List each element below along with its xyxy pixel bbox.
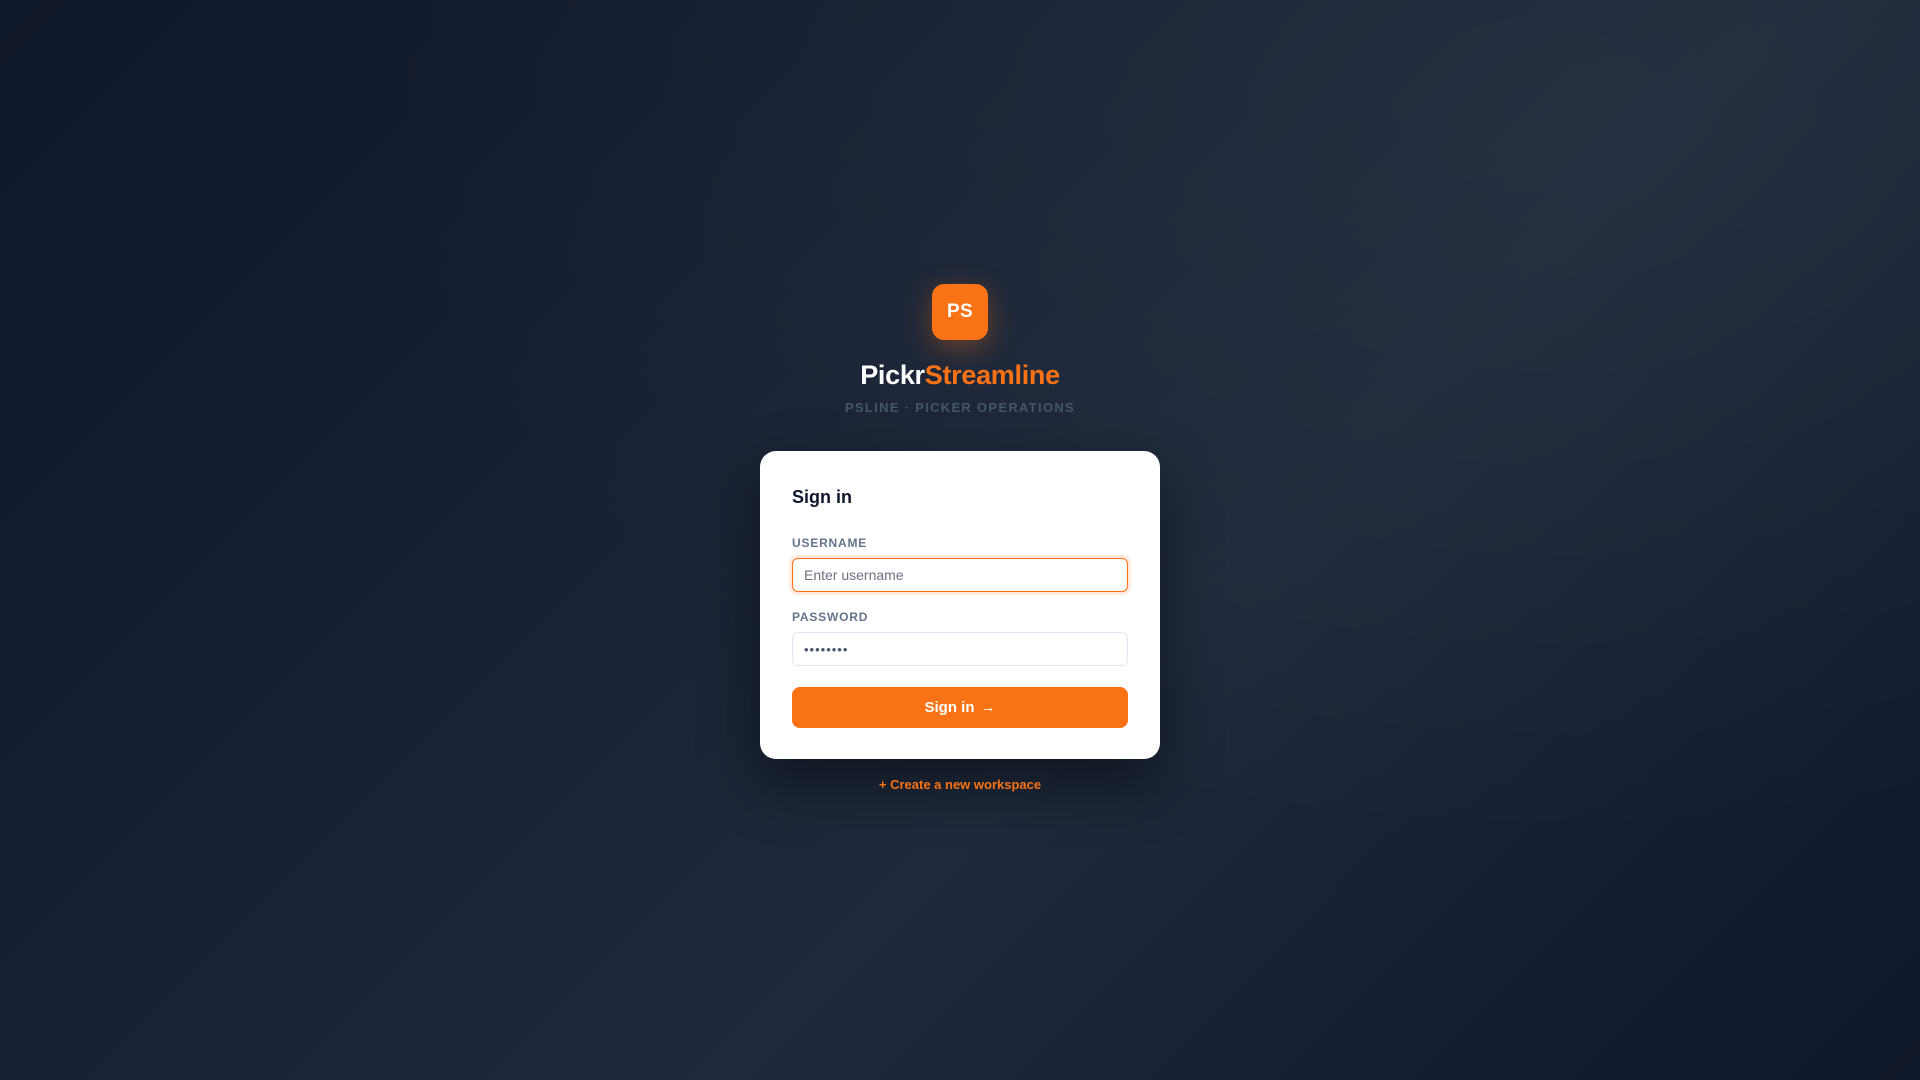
signin-button[interactable]: Sign in → (792, 687, 1128, 728)
logo-initials: PS (947, 301, 973, 322)
username-label: USERNAME (792, 536, 868, 550)
brand-name: PickrStreamline (0, 358, 1920, 392)
password-input[interactable] (792, 632, 1128, 666)
signin-card: Sign in USERNAME PASSWORD Sign in → (760, 451, 1160, 759)
create-workspace-link[interactable]: + Create a new workspace (879, 777, 1041, 792)
brand-tagline: PSLINE · PICKER OPERATIONS (844, 400, 1076, 415)
password-label: PASSWORD (792, 610, 869, 624)
logo-tile: PS (932, 284, 988, 340)
username-input[interactable] (792, 558, 1128, 592)
brand-name-part2: Streamline (924, 360, 1060, 390)
brand-name-part1: Pickr (860, 360, 925, 390)
signin-title: Sign in (792, 487, 852, 507)
login-page: PS PickrStreamline PSLINE · PICKER OPERA… (0, 0, 1920, 1080)
signin-button-label: Sign in (924, 699, 975, 716)
arrow-right-icon: → (980, 699, 996, 716)
create-workspace-link-row: + Create a new workspace (0, 777, 1920, 793)
